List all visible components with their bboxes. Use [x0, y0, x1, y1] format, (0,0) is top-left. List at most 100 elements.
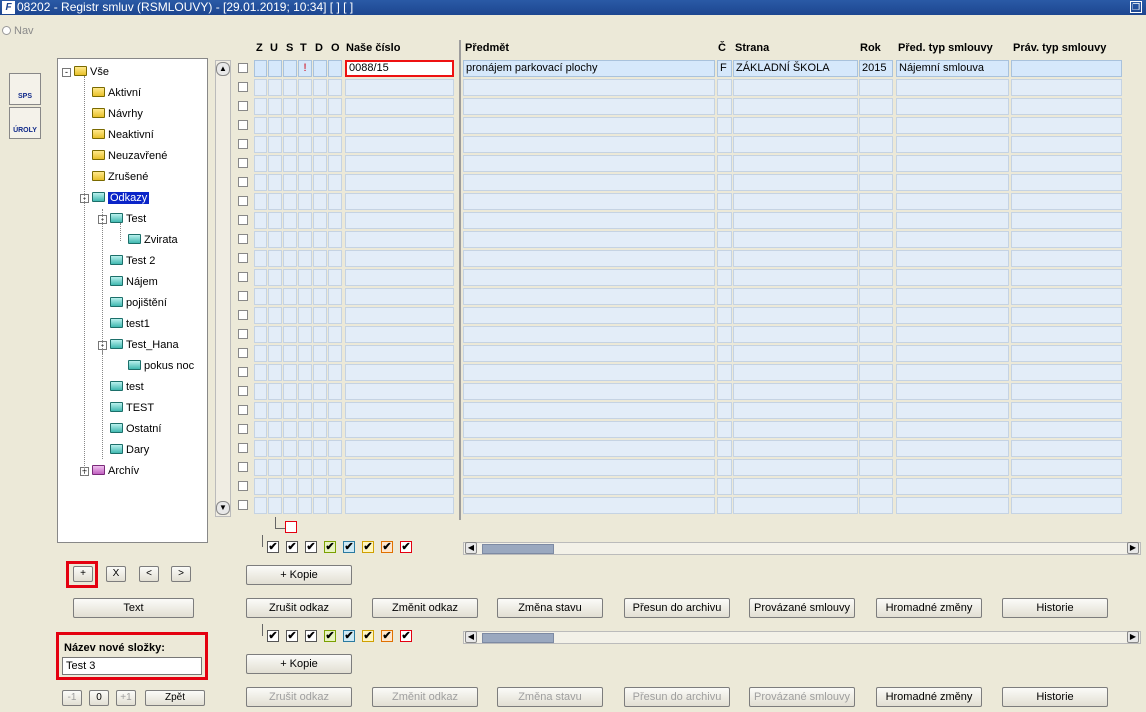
sps-button[interactable]: SPS	[9, 73, 41, 105]
grid-cell-d[interactable]	[313, 402, 327, 419]
grid-cell-predmet[interactable]	[463, 402, 715, 419]
grid-cell-s[interactable]	[283, 402, 297, 419]
grid-cell-c[interactable]	[717, 250, 732, 267]
row-select-checkbox[interactable]	[238, 158, 248, 168]
grid-cell-rok[interactable]	[859, 307, 893, 324]
tree-item[interactable]: Zrušené	[92, 169, 148, 185]
grid-cell-u[interactable]	[268, 478, 282, 495]
grid-cell-nase-cislo[interactable]	[345, 307, 454, 324]
grid-cell-predmet[interactable]	[463, 497, 715, 514]
grid-cell-c[interactable]	[717, 421, 732, 438]
grid-cell-o[interactable]	[328, 155, 342, 172]
grid-cell-rok[interactable]	[859, 421, 893, 438]
row-select-checkbox[interactable]	[238, 443, 248, 453]
grid-cell-nase-cislo[interactable]	[345, 345, 454, 362]
grid-cell-z[interactable]	[254, 497, 267, 514]
grid-cell-rok[interactable]	[859, 136, 893, 153]
status-checkbox[interactable]: ✔	[381, 541, 393, 553]
grid-cell-s[interactable]	[283, 250, 297, 267]
grid-cell-pred-typ[interactable]	[896, 174, 1009, 191]
nav-toggle[interactable]: Nav	[2, 25, 34, 37]
tree-item[interactable]: Nájem	[110, 274, 158, 290]
grid-cell-predmet[interactable]	[463, 98, 715, 115]
grid-cell-o[interactable]	[328, 497, 342, 514]
grid-cell-nase-cislo[interactable]	[345, 79, 454, 96]
grid-cell-prav-typ[interactable]	[1011, 440, 1122, 457]
grid-cell-nase-cislo[interactable]	[345, 250, 454, 267]
grid-cell-nase-cislo[interactable]	[345, 383, 454, 400]
grid-cell-rok[interactable]	[859, 478, 893, 495]
grid-cell-d[interactable]	[313, 383, 327, 400]
grid-cell-prav-typ[interactable]	[1011, 117, 1122, 134]
status-checkbox[interactable]: ✔	[286, 541, 298, 553]
grid-cell-strana[interactable]	[733, 231, 858, 248]
grid-cell-predmet[interactable]	[463, 212, 715, 229]
tree-item[interactable]: Ostatní	[110, 421, 161, 437]
grid-cell-t[interactable]	[298, 193, 312, 210]
grid-cell-pred-typ[interactable]	[896, 79, 1009, 96]
status-checkbox[interactable]: ✔	[343, 630, 355, 642]
grid-cell-rok[interactable]	[859, 212, 893, 229]
grid-cell-pred-typ[interactable]	[896, 269, 1009, 286]
grid-cell-t[interactable]	[298, 326, 312, 343]
row-select-checkbox[interactable]	[238, 405, 248, 415]
status-checkbox[interactable]: ✔	[400, 630, 412, 642]
grid-cell-z[interactable]	[254, 250, 267, 267]
zrusit-odkaz-button-2[interactable]: Zrušit odkaz	[246, 687, 352, 707]
grid-cell-prav-typ[interactable]	[1011, 383, 1122, 400]
grid-cell-t[interactable]	[298, 136, 312, 153]
zmena-stavu-button-2[interactable]: Změna stavu	[497, 687, 603, 707]
grid-cell-pred-typ[interactable]	[896, 307, 1009, 324]
grid-cell-prav-typ[interactable]	[1011, 231, 1122, 248]
grid-cell-pred-typ[interactable]	[896, 98, 1009, 115]
grid-cell-nase-cislo[interactable]	[345, 326, 454, 343]
zero-button[interactable]: 0	[89, 690, 109, 706]
status-checkbox[interactable]: ✔	[343, 541, 355, 553]
grid-cell-nase-cislo[interactable]	[345, 98, 454, 115]
grid-cell-u[interactable]	[268, 269, 282, 286]
grid-cell-rok[interactable]	[859, 402, 893, 419]
grid-cell-strana[interactable]	[733, 421, 858, 438]
row-select-checkbox[interactable]	[238, 234, 248, 244]
grid-cell-d[interactable]	[313, 136, 327, 153]
grid-cell-u[interactable]	[268, 440, 282, 457]
grid-cell-c[interactable]	[717, 459, 732, 476]
tree-item[interactable]: + Archív	[80, 463, 139, 479]
row-select-checkbox[interactable]	[238, 367, 248, 377]
grid-cell-u[interactable]	[268, 250, 282, 267]
red-checkbox[interactable]	[285, 521, 297, 533]
status-checkbox[interactable]: ✔	[324, 541, 336, 553]
folder-tree[interactable]: - Vše Aktivní Návrhy Neaktivní Neuzavřené Zruš…	[57, 58, 208, 543]
grid-cell-predmet[interactable]: pronájem parkovací plochy	[463, 60, 715, 77]
grid-cell-o[interactable]	[328, 79, 342, 96]
tree-item[interactable]: Zvirata	[128, 232, 178, 248]
grid-cell-prav-typ[interactable]	[1011, 60, 1122, 77]
uroly-button[interactable]: ÚROLY	[9, 107, 41, 139]
grid-cell-o[interactable]	[328, 250, 342, 267]
row-select-checkbox[interactable]	[238, 291, 248, 301]
row-select-checkbox[interactable]	[238, 424, 248, 434]
grid-cell-d[interactable]	[313, 440, 327, 457]
grid-cell-o[interactable]	[328, 326, 342, 343]
grid-cell-z[interactable]	[254, 459, 267, 476]
grid-cell-rok[interactable]	[859, 193, 893, 210]
grid-cell-prav-typ[interactable]	[1011, 459, 1122, 476]
grid-cell-z[interactable]	[254, 231, 267, 248]
grid-cell-pred-typ[interactable]	[896, 193, 1009, 210]
grid-cell-s[interactable]	[283, 117, 297, 134]
status-checkbox[interactable]: ✔	[324, 630, 336, 642]
grid-cell-t[interactable]	[298, 402, 312, 419]
grid-cell-nase-cislo[interactable]	[345, 136, 454, 153]
status-checkbox[interactable]: ✔	[286, 630, 298, 642]
grid-cell-strana[interactable]	[733, 402, 858, 419]
grid-cell-t[interactable]	[298, 117, 312, 134]
grid-cell-u[interactable]	[268, 98, 282, 115]
grid-cell-predmet[interactable]	[463, 231, 715, 248]
grid-cell-z[interactable]	[254, 421, 267, 438]
remove-folder-button[interactable]: X	[106, 566, 126, 582]
grid-cell-c[interactable]	[717, 269, 732, 286]
grid-cell-predmet[interactable]	[463, 136, 715, 153]
grid-cell-rok[interactable]	[859, 231, 893, 248]
grid-cell-s[interactable]	[283, 421, 297, 438]
grid-cell-c[interactable]	[717, 402, 732, 419]
